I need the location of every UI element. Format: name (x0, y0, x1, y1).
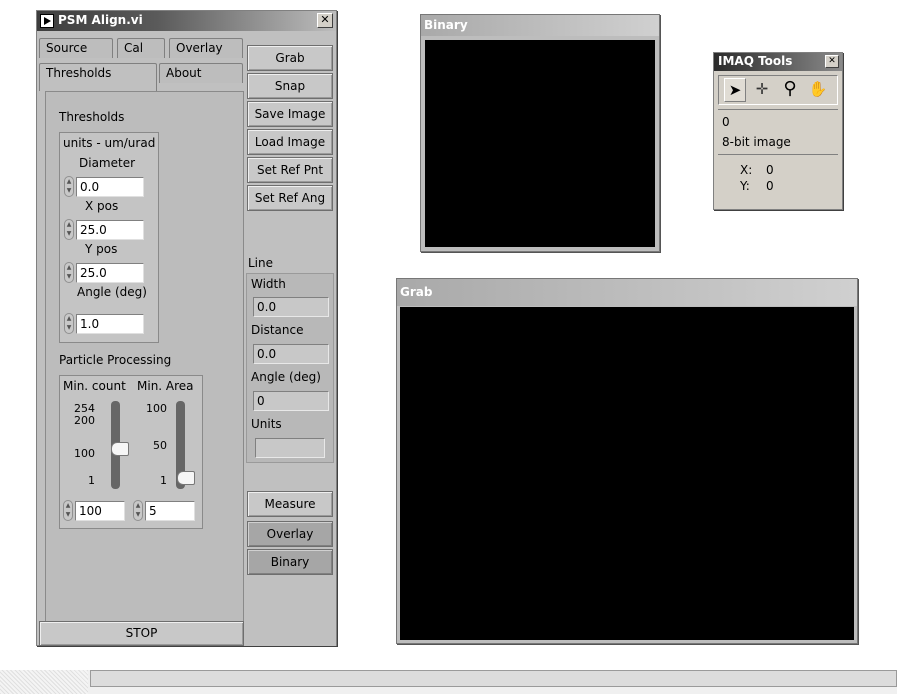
distance-label: Distance (251, 323, 304, 337)
pan-hand-icon[interactable]: ✋ (807, 78, 829, 102)
min-area-slider-thumb[interactable] (177, 471, 195, 485)
y-pos-label: Y pos (85, 242, 118, 256)
imaq-toolbar: ➤ ✛ ⚲ ✋ (718, 75, 838, 105)
tab-overlay[interactable]: Overlay (169, 38, 243, 58)
grab-image-canvas[interactable] (400, 307, 854, 640)
distance-indicator: 0.0 (253, 344, 329, 364)
units-label: Units (251, 417, 282, 431)
units-indicator (255, 438, 325, 458)
y-coord-label: Y: (740, 179, 750, 193)
y-pos-field[interactable]: 25.0 (76, 262, 144, 283)
horizontal-scrollbar[interactable] (90, 670, 897, 687)
window-title: PSM Align.vi (58, 13, 143, 27)
min-area-tick: 1 (160, 474, 167, 487)
divider (718, 109, 838, 110)
min-count-control: ▲ ▼ 100 (63, 500, 125, 521)
binary-window-title[interactable]: Binary (421, 15, 659, 36)
window-titlebar[interactable]: PSM Align.vi ✕ (37, 11, 336, 31)
tab-source[interactable]: Source (39, 38, 113, 58)
x-pos-control: ▲ ▼ 25.0 (64, 219, 144, 240)
min-area-field[interactable]: 5 (145, 500, 195, 521)
line-angle-label: Angle (deg) (251, 370, 321, 384)
tab-thresholds[interactable]: Thresholds (39, 63, 157, 91)
min-count-slider-thumb[interactable] (111, 442, 129, 456)
y-pos-spinner[interactable]: ▲ ▼ (64, 262, 74, 283)
min-count-spinner[interactable]: ▲ ▼ (63, 500, 73, 521)
binary-window: Binary (420, 14, 660, 252)
arrow-pointer-icon[interactable]: ➤ (724, 78, 746, 102)
x-pos-field[interactable]: 25.0 (76, 219, 144, 240)
overlay-button[interactable]: Overlay (247, 521, 333, 547)
units-label: units - um/urad (63, 136, 156, 150)
min-area-tick: 50 (153, 439, 167, 452)
set-ref-pnt-button[interactable]: Set Ref Pnt (247, 157, 333, 183)
bottom-status-strip (0, 670, 897, 694)
min-count-tick: 100 (74, 447, 95, 460)
min-count-label: Min. count (63, 379, 126, 393)
min-area-label: Min. Area (137, 379, 194, 393)
x-coord-label: X: (740, 163, 753, 177)
width-indicator: 0.0 (253, 297, 329, 317)
angle-field[interactable]: 1.0 (76, 313, 144, 334)
min-area-control: ▲ ▼ 5 (133, 500, 195, 521)
divider (718, 154, 838, 155)
angle-control: ▲ ▼ 1.0 (64, 313, 144, 334)
diameter-spinner[interactable]: ▲ ▼ (64, 176, 74, 197)
stop-button[interactable]: STOP (39, 621, 244, 646)
x-pos-spinner[interactable]: ▲ ▼ (64, 219, 74, 240)
min-area-spinner[interactable]: ▲ ▼ (133, 500, 143, 521)
thresholds-section-label: Thresholds (59, 110, 125, 124)
status-grip (0, 670, 88, 694)
psm-align-window: PSM Align.vi ✕ Source Cal Overlay Thresh… (36, 10, 337, 646)
line-angle-indicator: 0 (253, 391, 329, 411)
imaq-tools-window: IMAQ Tools ✕ ➤ ✛ ⚲ ✋ 0 8-bit image X: 0 … (713, 52, 843, 210)
x-pos-label: X pos (85, 199, 119, 213)
close-icon[interactable]: ✕ (317, 13, 333, 28)
tab-about[interactable]: About (159, 63, 243, 83)
imaq-tools-title: IMAQ Tools (718, 54, 793, 68)
x-coord-value: 0 (766, 163, 774, 177)
min-count-tick: 200 (74, 414, 95, 427)
y-coord-value: 0 (766, 179, 774, 193)
tab-cal[interactable]: Cal (117, 38, 165, 58)
width-label: Width (251, 277, 286, 291)
image-type-label: 8-bit image (722, 135, 791, 149)
zoom-icon[interactable]: ⚲ (779, 78, 801, 102)
min-count-field[interactable]: 100 (75, 500, 125, 521)
set-ref-ang-button[interactable]: Set Ref Ang (247, 185, 333, 211)
grab-window-title[interactable]: Grab (397, 279, 857, 306)
grab-button[interactable]: Grab (247, 45, 333, 71)
close-icon[interactable]: ✕ (825, 55, 839, 68)
angle-spinner[interactable]: ▲ ▼ (64, 313, 74, 334)
min-count-tick: 1 (88, 474, 95, 487)
line-section-label: Line (248, 256, 274, 270)
y-pos-control: ▲ ▼ 25.0 (64, 262, 144, 283)
binary-image-canvas[interactable] (425, 40, 655, 247)
diameter-field[interactable]: 0.0 (76, 176, 144, 197)
angle-label: Angle (deg) (77, 285, 147, 299)
pixel-value: 0 (722, 115, 730, 129)
snap-button[interactable]: Snap (247, 73, 333, 99)
load-image-button[interactable]: Load Image (247, 129, 333, 155)
binary-button[interactable]: Binary (247, 549, 333, 575)
particle-processing-label: Particle Processing (59, 353, 172, 367)
min-area-tick: 100 (146, 402, 167, 415)
crosshair-icon[interactable]: ✛ (751, 78, 773, 102)
grab-window: Grab (396, 278, 858, 644)
diameter-label: Diameter (79, 156, 136, 170)
measure-button[interactable]: Measure (247, 491, 333, 517)
imaq-tools-titlebar[interactable]: IMAQ Tools ✕ (714, 53, 842, 71)
save-image-button[interactable]: Save Image (247, 101, 333, 127)
labview-vi-icon (40, 14, 54, 28)
diameter-control: ▲ ▼ 0.0 (64, 176, 144, 197)
